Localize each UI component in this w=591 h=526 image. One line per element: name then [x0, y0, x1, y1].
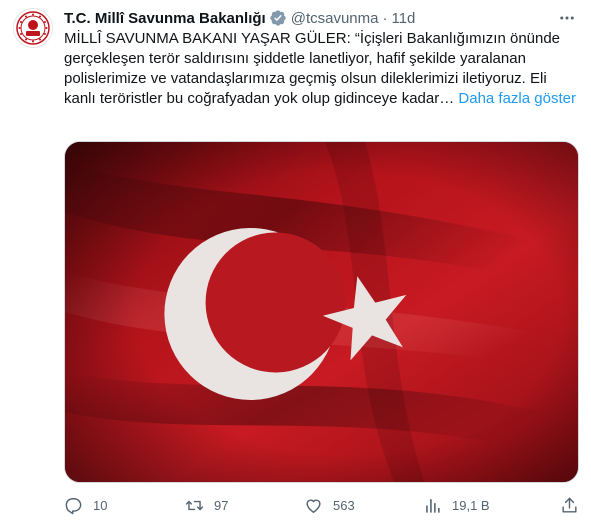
retweet-icon [185, 496, 204, 515]
tweet-header: T.C. Millî Savunma Bakanlığı @tcsavunma … [64, 8, 577, 28]
views-button[interactable]: 19,1 B [423, 496, 490, 515]
tweet-media-image[interactable] [64, 141, 579, 483]
tweet-body: MİLLÎ SAVUNMA BAKANI YAŞAR GÜLER: “İçişl… [64, 29, 578, 109]
reply-icon [64, 496, 83, 515]
retweet-button[interactable]: 97 [185, 496, 228, 515]
avatar[interactable] [13, 8, 53, 48]
tweet-timestamp[interactable]: 11d [391, 10, 415, 27]
like-count: 563 [333, 497, 355, 513]
author-display-name[interactable]: T.C. Millî Savunma Bakanlığı [64, 10, 266, 27]
ministry-emblem-icon [16, 11, 50, 45]
turkish-flag-image [65, 142, 578, 482]
views-count: 19,1 B [452, 497, 490, 513]
share-button[interactable] [560, 496, 579, 515]
share-icon [560, 496, 579, 515]
more-options-icon[interactable] [557, 8, 577, 28]
separator-dot: · [382, 9, 388, 27]
retweet-count: 97 [214, 497, 229, 513]
heart-icon [304, 496, 323, 515]
tweet-actions: 10 97 563 19,1 B [64, 494, 579, 516]
verified-badge-icon [269, 9, 287, 27]
author-handle[interactable]: @tcsavunma [291, 10, 379, 27]
show-more-link[interactable]: Daha fazla göster [458, 90, 576, 107]
reply-count: 10 [93, 497, 108, 513]
like-button[interactable]: 563 [304, 496, 355, 515]
reply-button[interactable]: 10 [64, 496, 107, 515]
views-icon [423, 496, 442, 515]
